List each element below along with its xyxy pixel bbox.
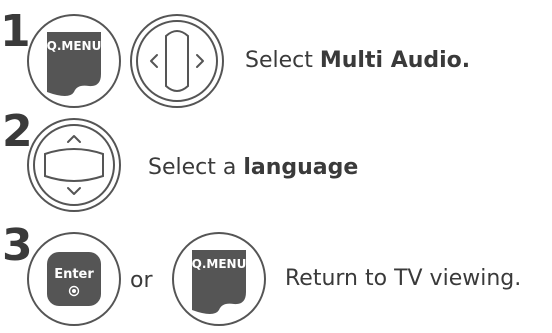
step-2-instruction: Select a language — [148, 157, 358, 179]
enter-label: Enter — [54, 267, 94, 282]
step-2-bold: language — [243, 155, 359, 180]
step-1-bold: Multi Audio. — [319, 48, 471, 73]
qmenu-label: Q.MENU — [47, 39, 102, 53]
left-right-navigation-icon — [130, 14, 224, 108]
qmenu-button-icon: Q.MENU — [27, 14, 121, 108]
up-down-navigation-icon — [27, 118, 121, 212]
or-text: or — [130, 268, 153, 293]
step-1-prefix: Select — [245, 48, 320, 73]
step-3-instruction: Return to TV viewing. — [285, 266, 522, 291]
step-2-prefix: Select a — [148, 155, 244, 180]
qmenu-button-icon: Q.MENU — [172, 232, 266, 326]
step-1-instruction: Select Multi Audio. — [245, 50, 470, 72]
enter-button-icon: Enter — [27, 232, 121, 326]
qmenu-label-2: Q.MENU — [192, 257, 247, 271]
